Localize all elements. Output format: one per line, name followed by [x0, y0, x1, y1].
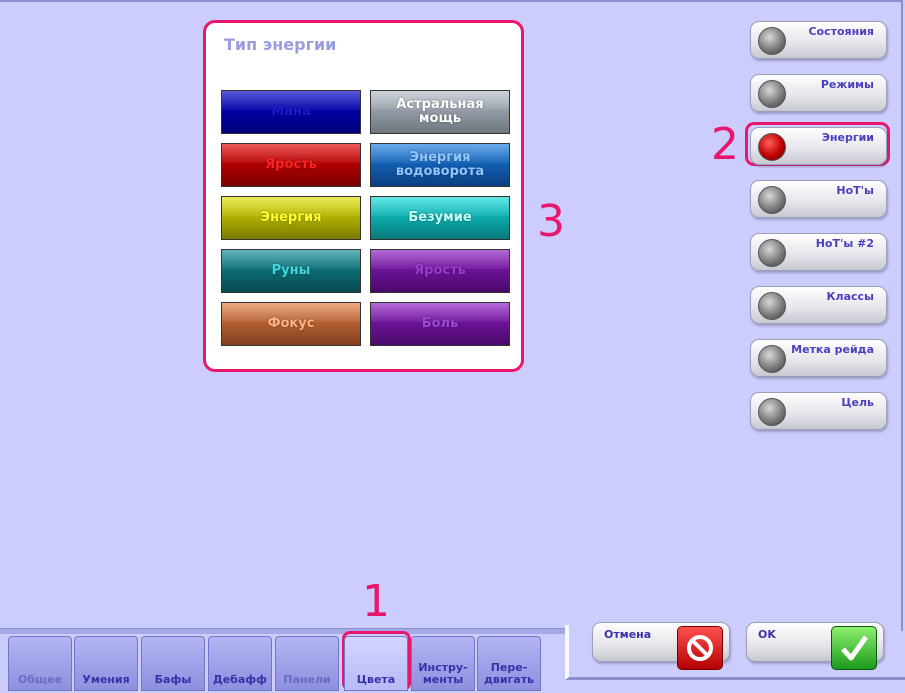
ok-button[interactable]: OK	[746, 622, 884, 670]
cancel-button[interactable]: Отмена	[592, 622, 730, 670]
gray-led-icon	[758, 398, 786, 426]
side-button-7[interactable]: Цель	[750, 392, 887, 430]
energy-swatch-1[interactable]: Астральная мощь	[370, 90, 510, 134]
energy-swatch-9[interactable]: Боль	[370, 302, 510, 346]
energy-swatch-2[interactable]: Ярость	[221, 143, 361, 187]
tab-label: Цвета	[356, 673, 396, 686]
tab-1[interactable]: Умения	[74, 636, 138, 691]
side-button-1[interactable]: Режимы	[750, 74, 887, 112]
gray-led-icon	[758, 292, 786, 320]
tab-5[interactable]: Цвета	[344, 636, 408, 691]
panel-title: Тип энергии	[224, 35, 337, 54]
energy-swatch-label: Энергия водоворота	[395, 150, 485, 179]
energy-swatch-3[interactable]: Энергия водоворота	[370, 143, 510, 187]
gray-led-icon	[758, 345, 786, 373]
annotation-2: 2	[711, 119, 739, 170]
energy-swatch-label: Боль	[421, 316, 459, 331]
side-button-label: Классы	[826, 290, 874, 303]
cancel-icon	[677, 626, 723, 670]
tab-label: Дебафф	[212, 673, 268, 686]
tab-7[interactable]: Пере- двигать	[477, 636, 541, 691]
side-button-label: Цель	[841, 396, 874, 409]
annotation-1: 1	[362, 576, 390, 627]
cancel-label: Отмена	[604, 628, 652, 641]
tab-4[interactable]: Панели	[275, 636, 339, 691]
energy-swatch-0[interactable]: Мана	[221, 90, 361, 134]
tab-label: Панели	[283, 673, 331, 686]
side-button-label: Режимы	[820, 78, 874, 91]
energy-swatch-label: Мана	[271, 104, 311, 119]
side-button-label: Состояния	[808, 25, 874, 38]
side-button-label: Энергии	[821, 131, 874, 144]
energy-swatch-label: Ярость	[414, 263, 466, 278]
ok-label: OK	[758, 628, 776, 641]
energy-swatch-8[interactable]: Фокус	[221, 302, 361, 346]
checkmark-icon	[831, 626, 877, 670]
energy-swatch-label: Руны	[271, 263, 311, 278]
gray-led-icon	[758, 186, 786, 214]
tab-label: Общее	[17, 673, 63, 686]
side-button-3[interactable]: HoT'ы	[750, 180, 887, 218]
gray-led-icon	[758, 27, 786, 55]
side-button-label: HoT'ы #2	[815, 237, 874, 250]
gray-led-icon	[758, 80, 786, 108]
tab-label: Бафы	[154, 673, 192, 686]
side-button-0[interactable]: Состояния	[750, 21, 887, 59]
tab-label: Умения	[82, 673, 130, 686]
energy-swatch-label: Безумие	[408, 210, 472, 225]
red-led-icon	[758, 133, 786, 161]
tab-6[interactable]: Инстру- менты	[411, 636, 475, 691]
annotation-3: 3	[537, 196, 565, 247]
energy-swatch-label: Астральная мощь	[396, 97, 484, 126]
tab-2[interactable]: Бафы	[141, 636, 205, 691]
energy-swatch-label: Ярость	[265, 157, 317, 172]
side-button-label: HoT'ы	[836, 184, 874, 197]
side-button-5[interactable]: Классы	[750, 286, 887, 324]
side-button-4[interactable]: HoT'ы #2	[750, 233, 887, 271]
tab-label: Инстру- менты	[418, 661, 468, 686]
side-button-label: Метка рейда	[791, 343, 874, 356]
side-button-6[interactable]: Метка рейда	[750, 339, 887, 377]
energy-swatch-4[interactable]: Энергия	[221, 196, 361, 240]
energy-swatch-5[interactable]: Безумие	[370, 196, 510, 240]
tab-3[interactable]: Дебафф	[208, 636, 272, 691]
energy-swatch-label: Энергия	[260, 210, 322, 225]
tab-label: Пере- двигать	[483, 661, 535, 686]
energy-swatch-7[interactable]: Ярость	[370, 249, 510, 293]
tab-0[interactable]: Общее	[8, 636, 72, 691]
tab-bar-separator	[0, 628, 565, 634]
energy-swatch-label: Фокус	[267, 316, 315, 331]
gray-led-icon	[758, 239, 786, 267]
energy-swatch-6[interactable]: Руны	[221, 249, 361, 293]
side-button-2[interactable]: Энергии	[750, 127, 887, 165]
